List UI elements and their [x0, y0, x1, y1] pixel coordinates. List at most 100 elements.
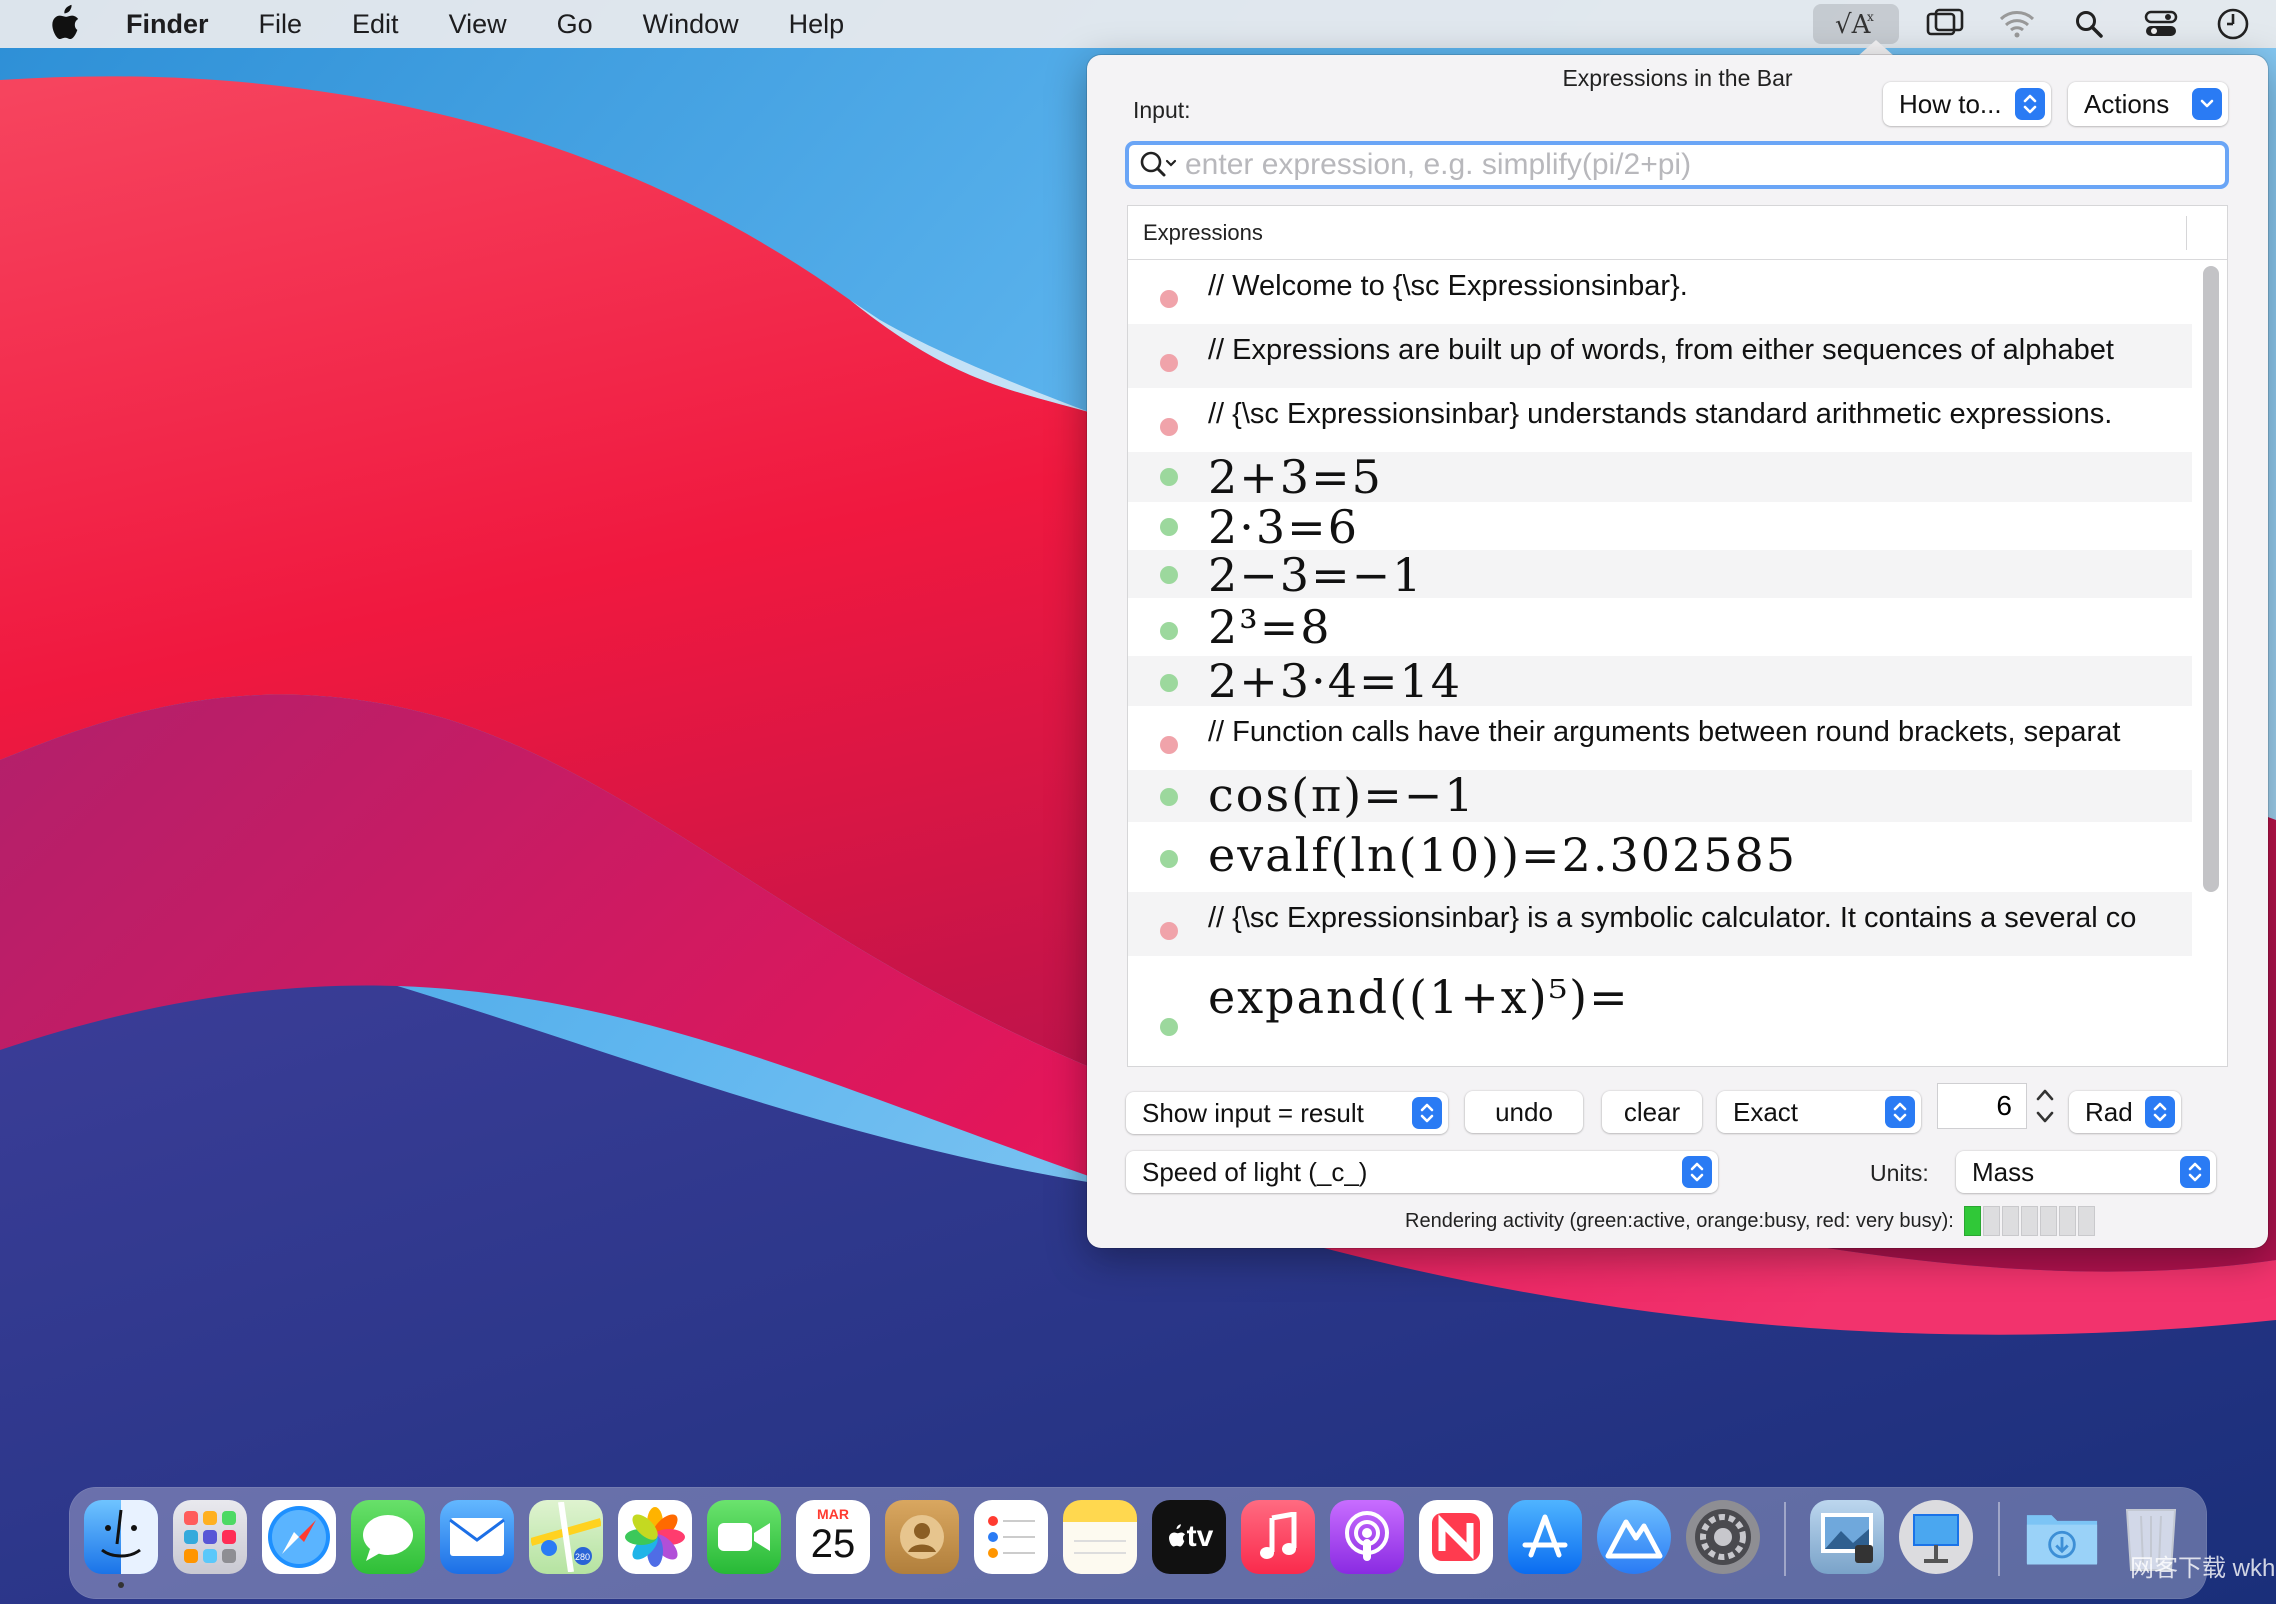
- screen-mirroring-icon[interactable]: [1922, 4, 1968, 44]
- spotlight-icon[interactable]: [2066, 4, 2112, 44]
- status-dot-green: [1160, 518, 1178, 536]
- menu-file[interactable]: File: [259, 9, 303, 40]
- status-dot-red: [1160, 418, 1178, 436]
- photos-icon[interactable]: [618, 1500, 692, 1574]
- table-row[interactable]: // Function calls have their arguments b…: [1128, 706, 2192, 770]
- reminders-icon[interactable]: [974, 1500, 1048, 1574]
- search-icon[interactable]: [1137, 148, 1181, 182]
- safari-icon[interactable]: [262, 1500, 336, 1574]
- table-row[interactable]: evalf(ln(10))=2.302585: [1128, 822, 2192, 892]
- finder-icon[interactable]: [84, 1500, 158, 1574]
- undo-label: undo: [1495, 1096, 1553, 1127]
- expression-input[interactable]: [1185, 148, 2225, 182]
- apple-logo-icon[interactable]: [42, 4, 86, 44]
- big-sur-installer-icon[interactable]: [1597, 1500, 1671, 1574]
- launchpad-icon[interactable]: [173, 1500, 247, 1574]
- status-dot-green: [1160, 566, 1178, 584]
- app-store-icon[interactable]: [1508, 1500, 1582, 1574]
- apple-tv-icon[interactable]: tv: [1152, 1500, 1226, 1574]
- status-dot-red: [1160, 922, 1178, 940]
- status-dot-green: [1160, 674, 1178, 692]
- clock-icon[interactable]: [2210, 4, 2256, 44]
- expressions-table: Expressions // Welcome to {\sc Expressio…: [1127, 205, 2228, 1067]
- menu-edit[interactable]: Edit: [352, 9, 399, 40]
- menu-window[interactable]: Window: [643, 9, 739, 40]
- activity-meter-cell: [1983, 1206, 2000, 1236]
- digits-value: 6: [1996, 1090, 2012, 1121]
- howto-label: How to...: [1899, 88, 2002, 119]
- calendar-icon[interactable]: MAR 25: [796, 1500, 870, 1574]
- undo-button[interactable]: undo: [1465, 1091, 1583, 1133]
- precision-mode-label: Exact: [1733, 1096, 1799, 1127]
- table-header-expressions[interactable]: Expressions: [1128, 206, 2227, 260]
- units-value: Mass: [1972, 1156, 2035, 1187]
- watermark-text: 网客下载 wkhub.com: [2130, 1555, 2276, 1582]
- row-text: // {\sc Expressionsinbar} is a symbolic …: [1208, 902, 2137, 934]
- table-row[interactable]: // Welcome to {\sc Expressionsinbar}.: [1128, 260, 2192, 324]
- activity-meter-cell: [2002, 1206, 2019, 1236]
- expression-search-field[interactable]: [1125, 141, 2229, 189]
- messages-icon[interactable]: [351, 1500, 425, 1574]
- units-popup[interactable]: Mass: [1956, 1151, 2216, 1193]
- rendering-activity-meter: [1964, 1206, 2156, 1236]
- digits-stepper-icon[interactable]: [2032, 1081, 2058, 1131]
- table-row[interactable]: 2+3·4=14: [1128, 656, 2192, 706]
- table-row[interactable]: 2·3=6: [1128, 502, 2192, 550]
- column-divider: [2186, 216, 2187, 250]
- constant-popup[interactable]: Speed of light (_c_): [1126, 1151, 1718, 1193]
- contacts-icon[interactable]: [885, 1500, 959, 1574]
- menu-help[interactable]: Help: [789, 9, 845, 40]
- maps-icon[interactable]: 280: [529, 1500, 603, 1574]
- actions-popup-button[interactable]: Actions: [2068, 82, 2228, 126]
- display-mode-popup[interactable]: Show input = result: [1126, 1092, 1448, 1134]
- angle-mode-popup[interactable]: Rad: [2069, 1091, 2181, 1133]
- clear-button[interactable]: clear: [1602, 1091, 1702, 1133]
- facetime-icon[interactable]: [707, 1500, 781, 1574]
- menu-go[interactable]: Go: [557, 9, 593, 40]
- activity-meter-cell: [2078, 1206, 2095, 1236]
- system-preferences-icon[interactable]: [1686, 1500, 1760, 1574]
- display-mode-label: Show input = result: [1142, 1097, 1364, 1128]
- activity-meter-cell: [2021, 1206, 2038, 1236]
- news-icon[interactable]: [1419, 1500, 1493, 1574]
- menu-app-name[interactable]: Finder: [126, 9, 209, 40]
- activity-meter-cell: [2040, 1206, 2057, 1236]
- rendering-activity-label: Rendering activity (green:active, orange…: [1405, 1210, 1954, 1232]
- howto-popup-button[interactable]: How to...: [1883, 82, 2051, 126]
- row-text: // Welcome to {\sc Expressionsinbar}.: [1208, 270, 1688, 302]
- svg-text:280: 280: [575, 1552, 590, 1562]
- chevron-down-icon: [2192, 88, 2222, 120]
- table-row[interactable]: // {\sc Expressionsinbar} is a symbolic …: [1128, 892, 2192, 956]
- dock-separator: [1784, 1502, 1786, 1576]
- mail-icon[interactable]: [440, 1500, 514, 1574]
- activity-meter-cell: [2059, 1206, 2076, 1236]
- table-scrollbar[interactable]: [2203, 266, 2219, 892]
- notes-icon[interactable]: [1063, 1500, 1137, 1574]
- table-row[interactable]: 2−3=−1: [1128, 550, 2192, 598]
- podcasts-icon[interactable]: [1330, 1500, 1404, 1574]
- precision-mode-popup[interactable]: Exact: [1717, 1091, 1921, 1133]
- wifi-icon[interactable]: [1994, 4, 2040, 44]
- menu-view[interactable]: View: [449, 9, 507, 40]
- table-row[interactable]: 2+3=5: [1128, 452, 2192, 502]
- row-text: // Function calls have their arguments b…: [1208, 716, 2121, 748]
- keynote-icon[interactable]: [1899, 1500, 1973, 1574]
- table-row[interactable]: // Expressions are built up of words, fr…: [1128, 324, 2192, 388]
- status-dot-green: [1160, 788, 1178, 806]
- table-row[interactable]: // {\sc Expressionsinbar} understands st…: [1128, 388, 2192, 452]
- table-row[interactable]: cos(π)=−1: [1128, 770, 2192, 822]
- digits-field[interactable]: 6: [1938, 1084, 2026, 1128]
- expressions-in-bar-icon[interactable]: √A x: [1813, 4, 1899, 44]
- music-icon[interactable]: [1241, 1500, 1315, 1574]
- downloads-folder-icon[interactable]: [2025, 1500, 2099, 1574]
- row-math: 2+3=5: [1208, 452, 1383, 502]
- clear-label: clear: [1623, 1096, 1681, 1127]
- table-row[interactable]: expand((1+x)⁵)=: [1128, 956, 2192, 1066]
- row-text: // Expressions are built up of words, fr…: [1208, 334, 2114, 366]
- table-row[interactable]: 2³=8: [1128, 598, 2192, 656]
- preview-icon[interactable]: [1810, 1500, 1884, 1574]
- constant-label: Speed of light (_c_): [1142, 1156, 1368, 1187]
- control-center-icon[interactable]: [2138, 4, 2184, 44]
- table-header-label: Expressions: [1143, 219, 1263, 245]
- row-math: evalf(ln(10))=2.302585: [1208, 828, 1798, 882]
